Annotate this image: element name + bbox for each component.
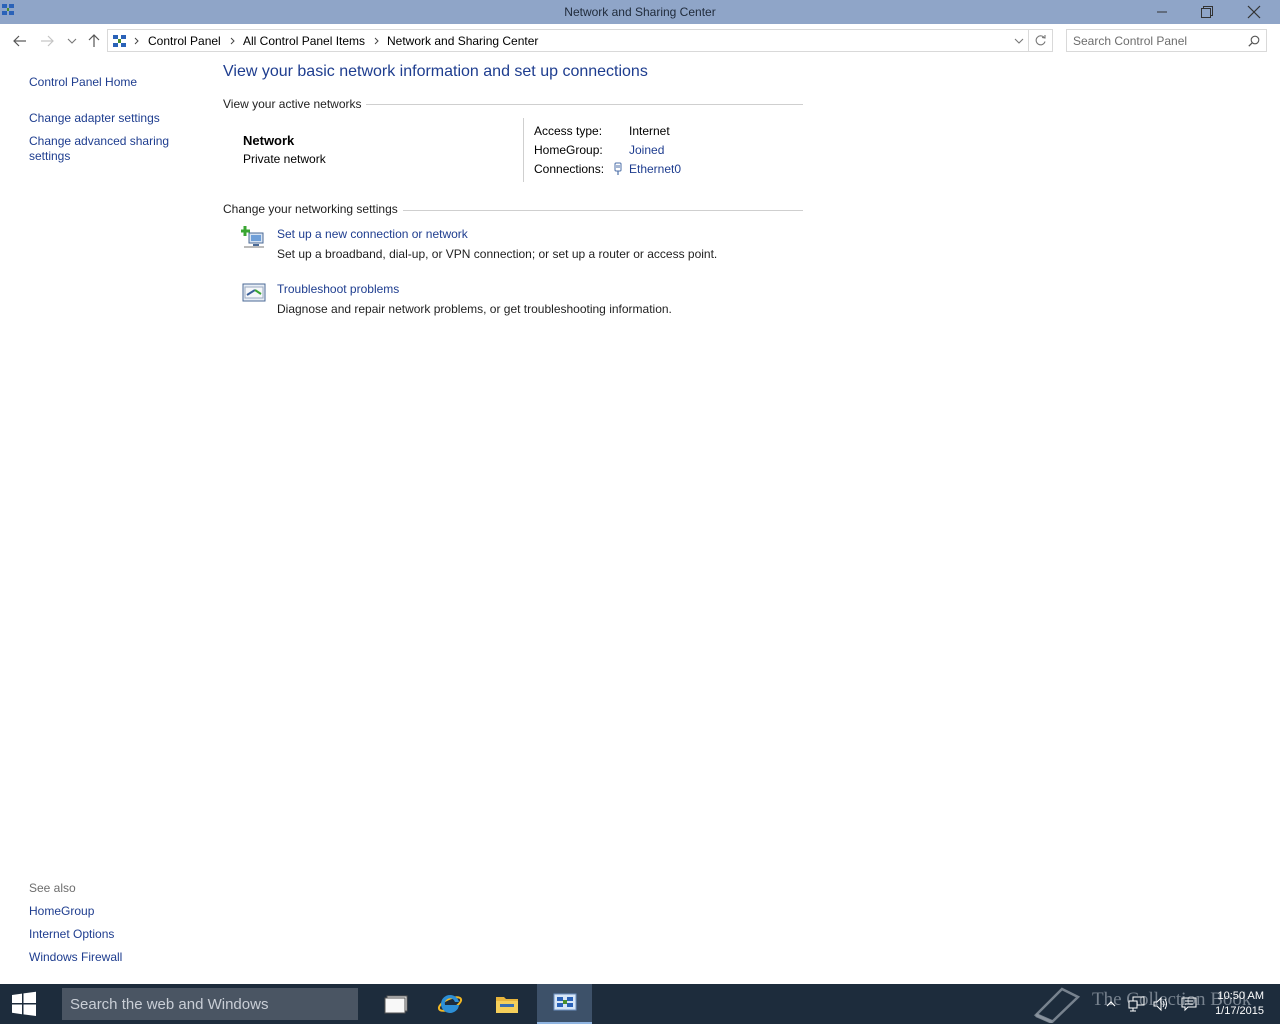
network-icon — [1128, 996, 1145, 1012]
new-connection-icon — [241, 226, 264, 248]
back-button[interactable] — [10, 32, 30, 50]
restore-button[interactable] — [1184, 0, 1230, 24]
taskbar: The Collection Book 10:50 AM 1/17/2015 — [0, 984, 1280, 1024]
task-view-button[interactable] — [370, 984, 422, 1024]
control-panel-icon — [113, 35, 126, 47]
section-divider — [403, 210, 803, 211]
network-center-taskbar-button[interactable] — [537, 984, 592, 1024]
refresh-button[interactable] — [1029, 29, 1053, 52]
clock-date: 1/17/2015 — [1215, 1005, 1264, 1017]
chevron-right-icon[interactable] — [230, 37, 236, 45]
change-adapter-settings-link[interactable]: Change adapter settings — [29, 111, 160, 126]
windows-firewall-link[interactable]: Windows Firewall — [29, 950, 122, 965]
recent-locations-button[interactable] — [62, 32, 82, 50]
change-advanced-sharing-link-line2[interactable]: settings — [29, 149, 70, 164]
homegroup-link[interactable]: HomeGroup — [29, 904, 94, 919]
see-also-header: See also — [29, 881, 76, 895]
setup-connection-description: Set up a broadband, dial-up, or VPN conn… — [277, 247, 718, 261]
title-bar: Network and Sharing Center — [0, 0, 1280, 24]
access-type-label: Access type: — [534, 124, 603, 138]
change-advanced-sharing-link[interactable]: Change advanced sharing — [29, 134, 169, 149]
ethernet0-link[interactable]: Ethernet0 — [629, 162, 681, 176]
arrow-up-icon — [88, 34, 100, 47]
homegroup-joined-link[interactable]: Joined — [629, 143, 664, 157]
restore-icon — [1201, 6, 1213, 18]
chevron-right-icon[interactable] — [374, 37, 380, 45]
address-bar[interactable]: Control Panel All Control Panel Items Ne… — [107, 29, 1029, 52]
vertical-divider — [523, 118, 524, 182]
network-tray-button[interactable] — [1128, 995, 1146, 1013]
speaker-icon — [1153, 996, 1167, 1012]
chevron-down-icon[interactable] — [1014, 37, 1024, 45]
search-icon[interactable] — [1248, 35, 1260, 47]
breadcrumb-network-sharing[interactable]: Network and Sharing Center — [387, 34, 538, 48]
internet-options-link[interactable]: Internet Options — [29, 927, 114, 942]
active-networks-header: View your active networks — [223, 97, 362, 111]
action-center-icon — [1181, 997, 1197, 1012]
action-center-button[interactable] — [1180, 995, 1198, 1013]
page-title: View your basic network information and … — [223, 63, 648, 80]
show-hidden-icons-button[interactable] — [1102, 995, 1120, 1013]
access-type-value: Internet — [629, 124, 670, 138]
folder-icon — [496, 997, 518, 1013]
clock[interactable]: 10:50 AM 1/17/2015 — [1215, 989, 1264, 1019]
clock-time: 10:50 AM — [1217, 990, 1264, 1002]
taskbar-search-input[interactable] — [70, 995, 350, 1013]
ethernet-icon — [614, 162, 622, 175]
connections-label: Connections: — [534, 162, 605, 176]
up-button[interactable] — [84, 32, 104, 50]
start-button[interactable] — [0, 984, 48, 1024]
close-button[interactable] — [1231, 0, 1277, 24]
control-panel-home-link[interactable]: Control Panel Home — [29, 75, 137, 90]
minimize-icon — [1157, 11, 1167, 13]
setup-connection-link[interactable]: Set up a new connection or network — [277, 227, 468, 241]
search-input[interactable] — [1073, 33, 1243, 49]
homegroup-label: HomeGroup: — [534, 143, 603, 157]
taskbar-search-box[interactable] — [62, 988, 358, 1020]
arrow-left-icon — [13, 35, 26, 47]
chevron-down-icon — [67, 38, 77, 44]
chevron-right-icon[interactable] — [134, 37, 140, 45]
minimize-button[interactable] — [1139, 0, 1185, 24]
change-settings-header: Change your networking settings — [223, 202, 398, 216]
task-view-icon — [384, 995, 408, 1014]
breadcrumb-control-panel[interactable]: Control Panel — [148, 34, 221, 48]
troubleshoot-problems-link[interactable]: Troubleshoot problems — [277, 282, 399, 296]
refresh-icon — [1035, 35, 1046, 46]
breadcrumb-all-items[interactable]: All Control Panel Items — [243, 34, 365, 48]
troubleshoot-description: Diagnose and repair network problems, or… — [277, 302, 672, 316]
forward-button[interactable] — [37, 32, 57, 50]
windows-logo-icon — [12, 991, 36, 1016]
troubleshoot-icon — [242, 283, 266, 302]
control-panel-icon — [553, 993, 576, 1011]
book-icon — [1033, 987, 1081, 1023]
internet-explorer-icon — [437, 994, 463, 1013]
network-name: Network — [243, 133, 295, 148]
window-title: Network and Sharing Center — [564, 5, 716, 19]
chevron-up-icon — [1106, 1001, 1116, 1007]
close-icon — [1247, 5, 1261, 19]
section-divider — [366, 104, 803, 105]
file-explorer-button[interactable] — [481, 984, 533, 1024]
arrow-right-icon — [41, 35, 54, 47]
network-type[interactable]: Private network — [243, 152, 326, 166]
volume-tray-button[interactable] — [1152, 995, 1170, 1013]
internet-explorer-button[interactable] — [424, 984, 476, 1024]
search-box[interactable] — [1066, 29, 1267, 52]
